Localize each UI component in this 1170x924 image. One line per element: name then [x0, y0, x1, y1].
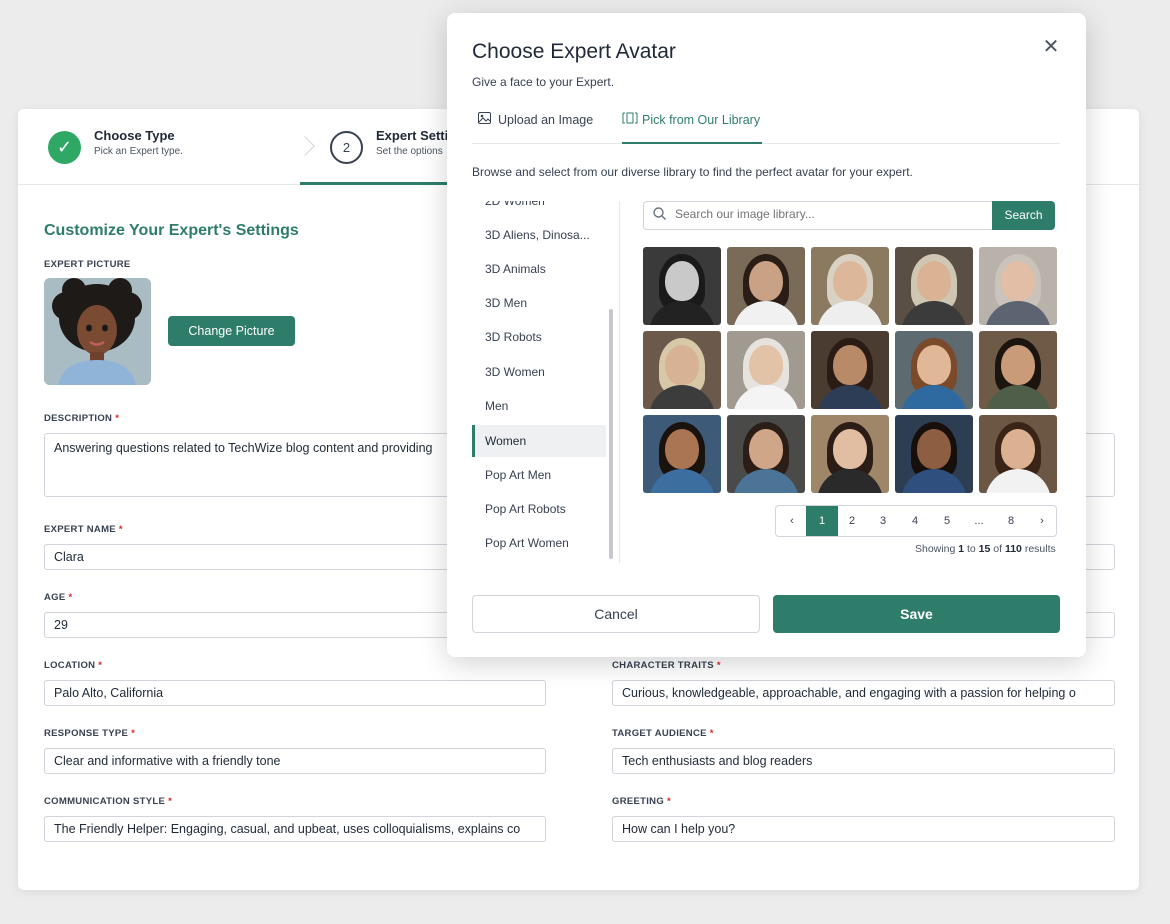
panel-divider [619, 201, 620, 563]
category-item[interactable]: 3D Women [472, 356, 606, 388]
avatar-thumbnail[interactable] [895, 415, 973, 493]
modal-subtitle: Give a face to your Expert. [472, 75, 615, 89]
pagination-next[interactable]: › [1026, 506, 1056, 536]
search-button[interactable]: Search [992, 201, 1055, 230]
target-audience-input[interactable]: Tech enthusiasts and blog readers [612, 748, 1115, 774]
section-title: Customize Your Expert's Settings [44, 222, 299, 239]
avatar-thumbnail[interactable] [811, 331, 889, 409]
step-subtitle: Pick an Expert type. [94, 146, 183, 157]
tab-label: Pick from Our Library [642, 113, 761, 127]
library-icon [622, 108, 638, 132]
avatar-grid [643, 247, 1057, 493]
page-4[interactable]: 4 [899, 506, 931, 536]
avatar-thumbnail[interactable] [727, 415, 805, 493]
modal-title: Choose Expert Avatar [472, 40, 676, 63]
cancel-button[interactable]: Cancel [472, 595, 760, 633]
avatar-thumbnail[interactable] [895, 247, 973, 325]
change-picture-button[interactable]: Change Picture [168, 316, 295, 346]
avatar-thumbnail[interactable] [979, 247, 1057, 325]
category-list: 2D Women 3D Aliens, Dinosa... 3D Animals… [472, 201, 620, 561]
response-type-label: RESPONSE TYPE * [44, 728, 136, 739]
page-ellipsis: ... [974, 515, 984, 527]
browse-description: Browse and select from our diverse libra… [472, 165, 913, 179]
avatar-thumbnail[interactable] [979, 331, 1057, 409]
communication-style-input[interactable]: The Friendly Helper: Engaging, casual, a… [44, 816, 546, 842]
results-count: Showing 1 to 15 of 110 results [915, 543, 1056, 555]
category-item[interactable]: 3D Animals [472, 253, 606, 285]
page-5[interactable]: 5 [931, 506, 963, 536]
step-title: Choose Type [94, 128, 175, 143]
expert-name-label: EXPERT NAME * [44, 524, 123, 535]
avatar-source-tabs: Upload an Image Pick from Our Library [472, 108, 1060, 144]
expert-picture-label: EXPERT PICTURE [44, 259, 131, 270]
pagination-prev[interactable]: ‹ [776, 506, 808, 536]
category-item[interactable]: Pop Art Women [472, 527, 606, 559]
avatar [44, 278, 151, 385]
avatar-thumbnail[interactable] [643, 415, 721, 493]
save-button[interactable]: Save [773, 595, 1060, 633]
tab-label: Upload an Image [498, 113, 594, 127]
avatar-thumbnail[interactable] [811, 247, 889, 325]
avatar-thumbnail[interactable] [727, 331, 805, 409]
category-item-active[interactable]: Women [472, 425, 606, 457]
character-traits-label: CHARACTER TRAITS * [612, 660, 721, 671]
avatar-illustration [44, 278, 151, 385]
search-input[interactable] [675, 207, 975, 221]
library-search [643, 201, 993, 230]
page-2[interactable]: 2 [836, 506, 868, 536]
choose-avatar-modal: Choose Expert Avatar Give a face to your… [447, 13, 1086, 657]
greeting-input[interactable]: How can I help you? [612, 816, 1115, 842]
age-label: AGE * [44, 592, 73, 603]
step-number: 2 [330, 131, 363, 164]
avatar-thumbnail[interactable] [643, 331, 721, 409]
avatar-thumbnail[interactable] [895, 331, 973, 409]
category-item[interactable]: 3D Robots [472, 321, 606, 353]
target-audience-label: TARGET AUDIENCE * [612, 728, 714, 739]
description-label: DESCRIPTION * [44, 413, 120, 424]
category-scrollbar[interactable] [609, 309, 613, 559]
category-item[interactable]: Pop Art Robots [472, 493, 606, 525]
character-traits-input[interactable]: Curious, knowledgeable, approachable, an… [612, 680, 1115, 706]
greeting-label: GREETING * [612, 796, 671, 807]
avatar-thumbnail[interactable] [979, 415, 1057, 493]
page-8[interactable]: 8 [995, 506, 1027, 536]
location-input[interactable]: Palo Alto, California [44, 680, 546, 706]
response-type-input[interactable]: Clear and informative with a friendly to… [44, 748, 546, 774]
tab-pick-library[interactable]: Pick from Our Library [622, 108, 763, 144]
avatar-thumbnail[interactable] [727, 247, 805, 325]
check-icon: ✓ [48, 131, 81, 164]
page-3[interactable]: 3 [867, 506, 899, 536]
image-icon [478, 108, 492, 132]
pagination: ‹ 1 2 3 4 5 ... 8 › [775, 505, 1057, 537]
category-item[interactable]: 2D Women [472, 201, 606, 217]
category-item[interactable]: Pop Art Men [472, 459, 606, 491]
avatar-thumbnail[interactable] [643, 247, 721, 325]
category-item[interactable]: 3D Aliens, Dinosa... [472, 219, 606, 251]
category-item[interactable]: Men [472, 390, 606, 422]
avatar-thumbnail[interactable] [811, 415, 889, 493]
step-subtitle: Set the options [376, 146, 443, 157]
location-label: LOCATION * [44, 660, 103, 671]
tab-upload-image[interactable]: Upload an Image [478, 108, 593, 144]
close-icon[interactable]: ✕ [1041, 37, 1061, 57]
communication-style-label: COMMUNICATION STYLE * [44, 796, 173, 807]
category-item[interactable]: 3D Men [472, 287, 606, 319]
step-choose-type[interactable]: ✓ Choose Type Pick an Expert type. [18, 109, 298, 185]
search-icon [653, 207, 666, 223]
page-1[interactable]: 1 [806, 506, 838, 536]
